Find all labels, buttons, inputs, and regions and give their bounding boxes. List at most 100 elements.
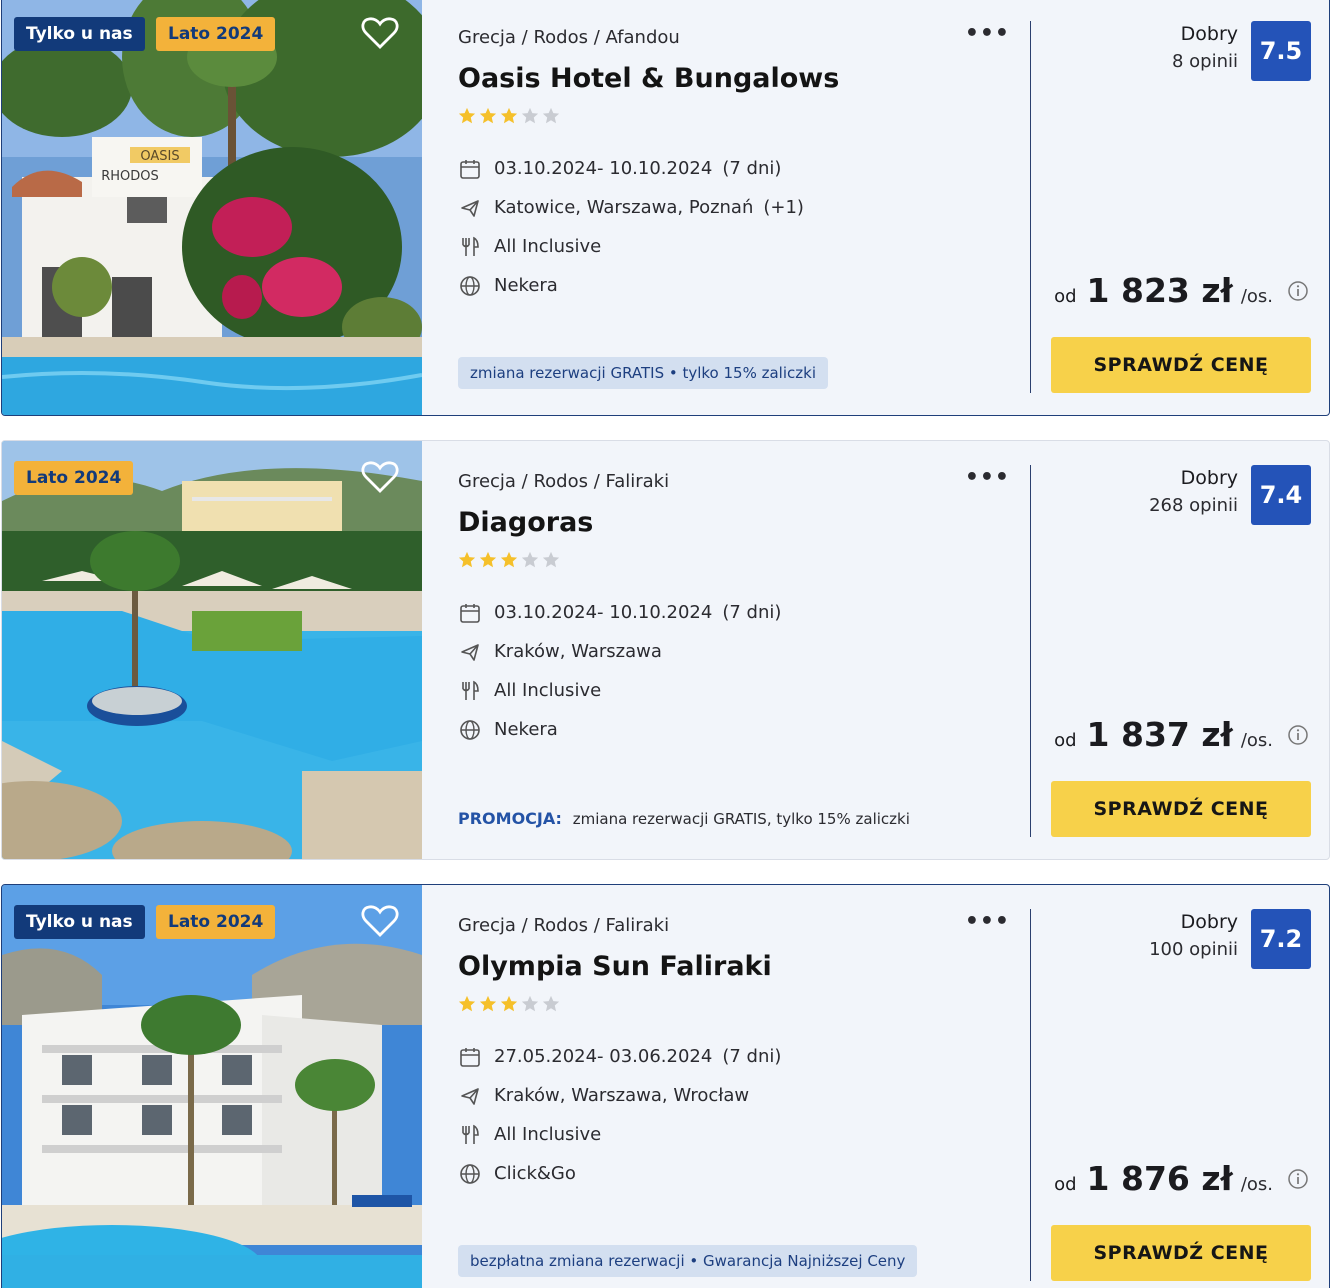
board-row: All Inclusive <box>458 227 804 266</box>
operator-row: Nekera <box>458 266 804 305</box>
photo-sign-top: OASIS <box>140 149 179 164</box>
favorite-heart-icon[interactable] <box>360 903 400 939</box>
price-amount: 1 823 zł <box>1086 271 1233 310</box>
location-breadcrumb[interactable]: Grecja / Rodos / Faliraki <box>458 471 669 492</box>
review-count[interactable]: 268 opinii <box>1149 495 1238 516</box>
globe-icon <box>458 1162 482 1186</box>
duration-text: (7 dni) <box>722 602 782 623</box>
star-empty-icon <box>521 551 539 568</box>
season-badge: Lato 2024 <box>156 905 276 939</box>
board-row: All Inclusive <box>458 671 781 710</box>
promo-pill: bezpłatna zmiana rezerwacji • Gwarancja … <box>458 1245 918 1277</box>
star-empty-icon <box>542 551 560 568</box>
star-rating <box>458 995 560 1013</box>
plane-icon <box>458 1084 482 1108</box>
calendar-icon <box>458 601 482 625</box>
duration-text: (7 dni) <box>722 158 782 179</box>
dates-row: 27.05.2024- 03.06.2024 (7 dni) <box>458 1037 781 1076</box>
offer-card[interactable]: Tylko u nas Lato 2024 Grecja / Rodos / F… <box>1 884 1330 1288</box>
season-badge: Lato 2024 <box>14 461 134 495</box>
offer-card[interactable]: OASIS RHODOS Tylko u nas Lato 2024 Grecj… <box>1 0 1330 416</box>
location-breadcrumb[interactable]: Grecja / Rodos / Faliraki <box>458 915 669 936</box>
check-price-button[interactable]: SPRAWDŹ CENĘ <box>1051 1225 1311 1281</box>
dates-text: 27.05.2024- 03.06.2024 <box>494 1046 713 1067</box>
price-block: od 1 876 zł /os. <box>1054 1159 1309 1198</box>
departure-text: Kraków, Warszawa <box>494 641 662 662</box>
star-icon <box>500 551 518 568</box>
dates-text: 03.10.2024- 10.10.2024 <box>494 602 713 623</box>
offer-facts: 27.05.2024- 03.06.2024 (7 dni) Kraków, W… <box>458 1037 781 1193</box>
dates-text: 03.10.2024- 10.10.2024 <box>494 158 713 179</box>
departure-text: Kraków, Warszawa, Wrocław <box>494 1085 750 1106</box>
operator-text: Click&Go <box>494 1163 576 1184</box>
score-badge: 7.4 <box>1251 465 1311 525</box>
calendar-icon <box>458 157 482 181</box>
globe-icon <box>458 274 482 298</box>
score-badge: 7.2 <box>1251 909 1311 969</box>
price-unit: /os. <box>1240 286 1273 307</box>
calendar-icon <box>458 1045 482 1069</box>
more-options-icon[interactable]: ••• <box>965 909 1010 934</box>
board-row: All Inclusive <box>458 1115 781 1154</box>
season-badge: Lato 2024 <box>156 17 276 51</box>
cutlery-icon <box>458 1123 482 1147</box>
star-icon <box>500 107 518 124</box>
star-icon <box>479 551 497 568</box>
duration-text: (7 dni) <box>722 1046 782 1067</box>
cutlery-icon <box>458 235 482 259</box>
info-icon[interactable] <box>1287 1168 1309 1190</box>
divider <box>1030 909 1031 1281</box>
photo-sign-bottom: RHODOS <box>101 169 159 184</box>
divider <box>1030 465 1031 837</box>
more-options-icon[interactable]: ••• <box>965 21 1010 46</box>
check-price-button[interactable]: SPRAWDŹ CENĘ <box>1051 337 1311 393</box>
hotel-photo-illustration: OASIS RHODOS <box>2 0 422 415</box>
exclusive-badge: Tylko u nas <box>14 905 145 939</box>
promo-text: zmiana rezerwacji GRATIS, tylko 15% zali… <box>572 810 910 828</box>
star-icon <box>458 107 476 124</box>
price-prefix: od <box>1054 730 1077 751</box>
hotel-name[interactable]: Olympia Sun Faliraki <box>458 951 772 982</box>
board-text: All Inclusive <box>494 680 602 701</box>
star-icon <box>479 995 497 1012</box>
rating-label: Dobry <box>1180 911 1238 933</box>
plane-icon <box>458 640 482 664</box>
departure-row: Katowice, Warszawa, Poznań (+1) <box>458 188 804 227</box>
review-count[interactable]: 100 opinii <box>1149 939 1238 960</box>
review-count[interactable]: 8 opinii <box>1172 51 1238 72</box>
star-icon <box>500 995 518 1012</box>
favorite-heart-icon[interactable] <box>360 459 400 495</box>
more-options-icon[interactable]: ••• <box>965 465 1010 490</box>
cutlery-icon <box>458 679 482 703</box>
info-icon[interactable] <box>1287 280 1309 302</box>
price-block: od 1 837 zł /os. <box>1054 715 1309 754</box>
offer-info: Grecja / Rodos / Faliraki ••• Olympia Su… <box>458 885 1028 1288</box>
departure-extra: (+1) <box>763 197 804 218</box>
hotel-photo[interactable]: Tylko u nas Lato 2024 <box>2 885 422 1288</box>
star-empty-icon <box>521 107 539 124</box>
check-price-button[interactable]: SPRAWDŹ CENĘ <box>1051 781 1311 837</box>
offer-facts: 03.10.2024- 10.10.2024 (7 dni) Katowice,… <box>458 149 804 305</box>
location-breadcrumb[interactable]: Grecja / Rodos / Afandou <box>458 27 680 48</box>
offer-card[interactable]: Lato 2024 Grecja / Rodos / Faliraki ••• … <box>1 440 1330 860</box>
price-amount: 1 837 zł <box>1086 715 1233 754</box>
hotel-name[interactable]: Oasis Hotel & Bungalows <box>458 63 839 94</box>
favorite-heart-icon[interactable] <box>360 15 400 51</box>
star-icon <box>458 551 476 568</box>
hotel-photo[interactable]: OASIS RHODOS Tylko u nas Lato 2024 <box>2 0 422 415</box>
departure-row: Kraków, Warszawa <box>458 632 781 671</box>
dates-row: 03.10.2024- 10.10.2024 (7 dni) <box>458 593 781 632</box>
info-icon[interactable] <box>1287 724 1309 746</box>
dates-row: 03.10.2024- 10.10.2024 (7 dni) <box>458 149 804 188</box>
star-empty-icon <box>542 995 560 1012</box>
hotel-photo[interactable]: Lato 2024 <box>2 441 422 859</box>
promo-line: PROMOCJA: zmiana rezerwacji GRATIS, tylk… <box>458 809 910 828</box>
hotel-name[interactable]: Diagoras <box>458 507 593 538</box>
star-icon <box>458 995 476 1012</box>
offer-info: Grecja / Rodos / Afandou ••• Oasis Hotel… <box>458 0 1028 415</box>
rating-label: Dobry <box>1180 23 1238 45</box>
star-empty-icon <box>521 995 539 1012</box>
offer-info: Grecja / Rodos / Faliraki ••• Diagoras 0… <box>458 441 1028 859</box>
star-icon <box>479 107 497 124</box>
plane-icon <box>458 196 482 220</box>
